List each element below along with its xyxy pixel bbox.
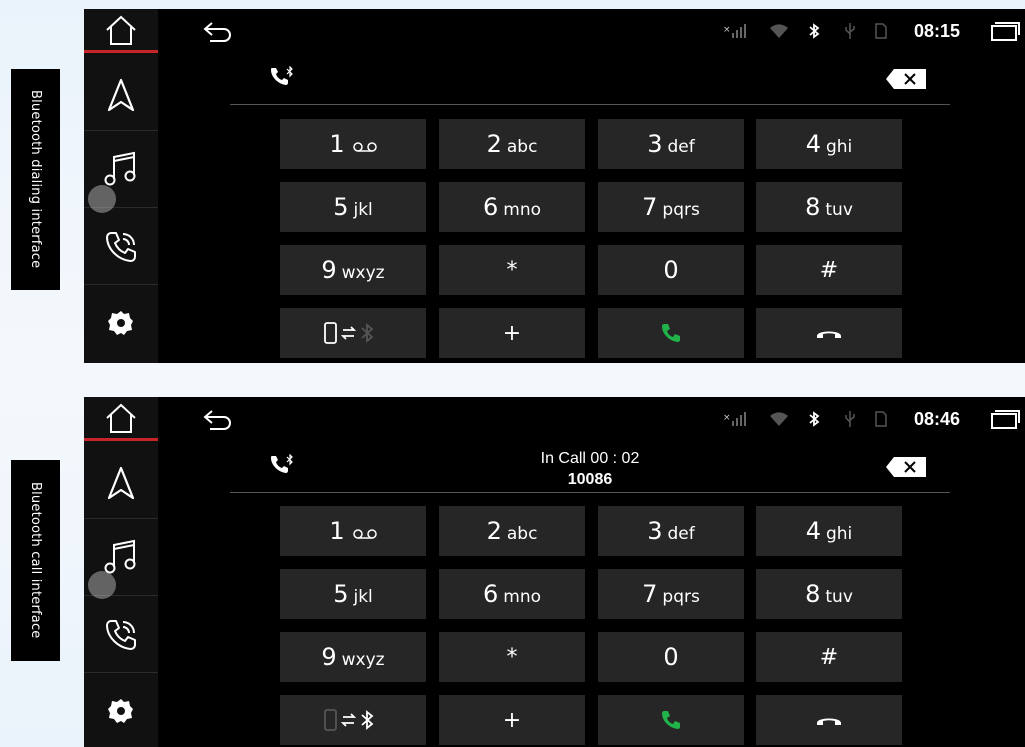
phone-bluetooth-switch-icon — [324, 709, 374, 731]
key-6[interactable]: 6 mno — [439, 182, 585, 232]
svg-text:×: × — [723, 25, 731, 35]
audio-switch-button[interactable] — [280, 695, 426, 745]
phone-button[interactable] — [84, 207, 158, 284]
call-icon — [662, 711, 680, 729]
navigation-button[interactable] — [84, 56, 158, 133]
sd-card-icon — [875, 23, 887, 39]
key-0[interactable]: 0 — [598, 632, 744, 682]
bluetooth-call-icon — [271, 66, 293, 85]
key-star[interactable]: * — [439, 632, 585, 682]
voicemail-icon — [352, 529, 377, 539]
phone-icon — [106, 620, 136, 650]
phone-icon — [106, 232, 136, 262]
key-0[interactable]: 0 — [598, 245, 744, 295]
home-button[interactable] — [84, 397, 158, 441]
navigation-icon — [107, 78, 135, 111]
bluetooth-icon — [809, 411, 820, 427]
back-button[interactable] — [202, 397, 234, 441]
call-button[interactable] — [598, 308, 744, 358]
no-signal-icon: × — [723, 412, 746, 426]
wifi-icon — [770, 24, 788, 38]
back-icon — [203, 410, 231, 430]
no-signal-icon: × — [723, 24, 746, 38]
key-7[interactable]: 7 pqrs — [598, 182, 744, 232]
key-star[interactable]: * — [439, 245, 585, 295]
settings-icon — [108, 699, 133, 723]
touch-indicator — [88, 185, 116, 213]
clock: 08:46 — [914, 408, 961, 429]
call-button[interactable] — [598, 695, 744, 745]
key-7[interactable]: 7 pqrs — [598, 569, 744, 619]
sd-card-icon — [875, 411, 887, 427]
navigation-icon — [107, 466, 135, 499]
status-bar: × 08:46 * — [158, 397, 1025, 441]
phone-button[interactable] — [84, 595, 158, 672]
recent-apps-button[interactable] — [990, 397, 1020, 441]
caption-label: Bluetooth dialing interface — [11, 69, 60, 290]
call-number: 10086 — [567, 471, 613, 488]
caption-label: Bluetooth call interface — [11, 460, 60, 661]
music-icon — [104, 539, 136, 574]
settings-icon — [108, 311, 133, 335]
navigation-button[interactable] — [84, 444, 158, 521]
key-4[interactable]: 4 ghi — [756, 119, 902, 169]
backspace-icon — [886, 457, 926, 477]
dialer-screen: × 08:15 * 1 2abc 3def 4ghi — [84, 9, 1025, 363]
music-icon — [104, 151, 136, 186]
phone-bluetooth-switch-icon — [324, 322, 374, 344]
clock: 08:15 — [914, 20, 961, 41]
recent-apps-icon — [991, 410, 1020, 429]
sidebar — [84, 397, 158, 747]
key-1[interactable]: 1 — [280, 506, 426, 556]
key-plus[interactable]: + — [439, 308, 585, 358]
backspace-button[interactable] — [886, 69, 926, 94]
back-button[interactable] — [202, 9, 234, 53]
hangup-icon — [817, 718, 841, 725]
key-9[interactable]: 9 wxyz — [280, 245, 426, 295]
call-status: In Call 00 : 02 — [540, 450, 640, 467]
dial-header — [230, 53, 950, 105]
key-8[interactable]: 8 tuv — [756, 182, 902, 232]
svg-text:×: × — [723, 413, 731, 423]
key-hash[interactable]: # — [756, 245, 902, 295]
call-screen: × 08:46 * In Call 00 : 02 10086 1 2ab — [84, 397, 1025, 747]
backspace-button[interactable] — [886, 457, 926, 482]
voicemail-icon — [352, 142, 377, 152]
key-2[interactable]: 2 abc — [439, 119, 585, 169]
status-bar: × 08:15 * — [158, 9, 1025, 53]
hangup-button[interactable] — [756, 308, 902, 358]
key-8[interactable]: 8 tuv — [756, 569, 902, 619]
call-icon — [662, 324, 680, 342]
home-button[interactable] — [84, 9, 158, 53]
key-5[interactable]: 5 jkl — [280, 569, 426, 619]
recent-apps-button[interactable] — [990, 9, 1020, 53]
dial-header: In Call 00 : 02 10086 — [230, 441, 950, 493]
usb-icon — [845, 411, 855, 427]
usb-icon — [845, 23, 855, 39]
recent-apps-icon — [991, 22, 1020, 41]
key-hash[interactable]: # — [756, 632, 902, 682]
sidebar — [84, 9, 158, 363]
key-4[interactable]: 4 ghi — [756, 506, 902, 556]
bluetooth-icon — [809, 23, 820, 39]
touch-indicator — [88, 571, 116, 599]
key-3[interactable]: 3 def — [598, 119, 744, 169]
audio-switch-button[interactable] — [280, 308, 426, 358]
key-1[interactable]: 1 — [280, 119, 426, 169]
key-plus[interactable]: + — [439, 695, 585, 745]
key-5[interactable]: 5 jkl — [280, 182, 426, 232]
key-2[interactable]: 2 abc — [439, 506, 585, 556]
hangup-button[interactable] — [756, 695, 902, 745]
hangup-icon — [817, 331, 841, 338]
key-3[interactable]: 3 def — [598, 506, 744, 556]
backspace-icon — [886, 69, 926, 89]
wifi-icon — [770, 412, 788, 426]
key-6[interactable]: 6 mno — [439, 569, 585, 619]
home-icon — [106, 15, 136, 45]
back-icon — [203, 22, 231, 42]
key-9[interactable]: 9 wxyz — [280, 632, 426, 682]
home-icon — [106, 403, 136, 433]
settings-button[interactable] — [84, 284, 158, 361]
settings-button[interactable] — [84, 672, 158, 747]
